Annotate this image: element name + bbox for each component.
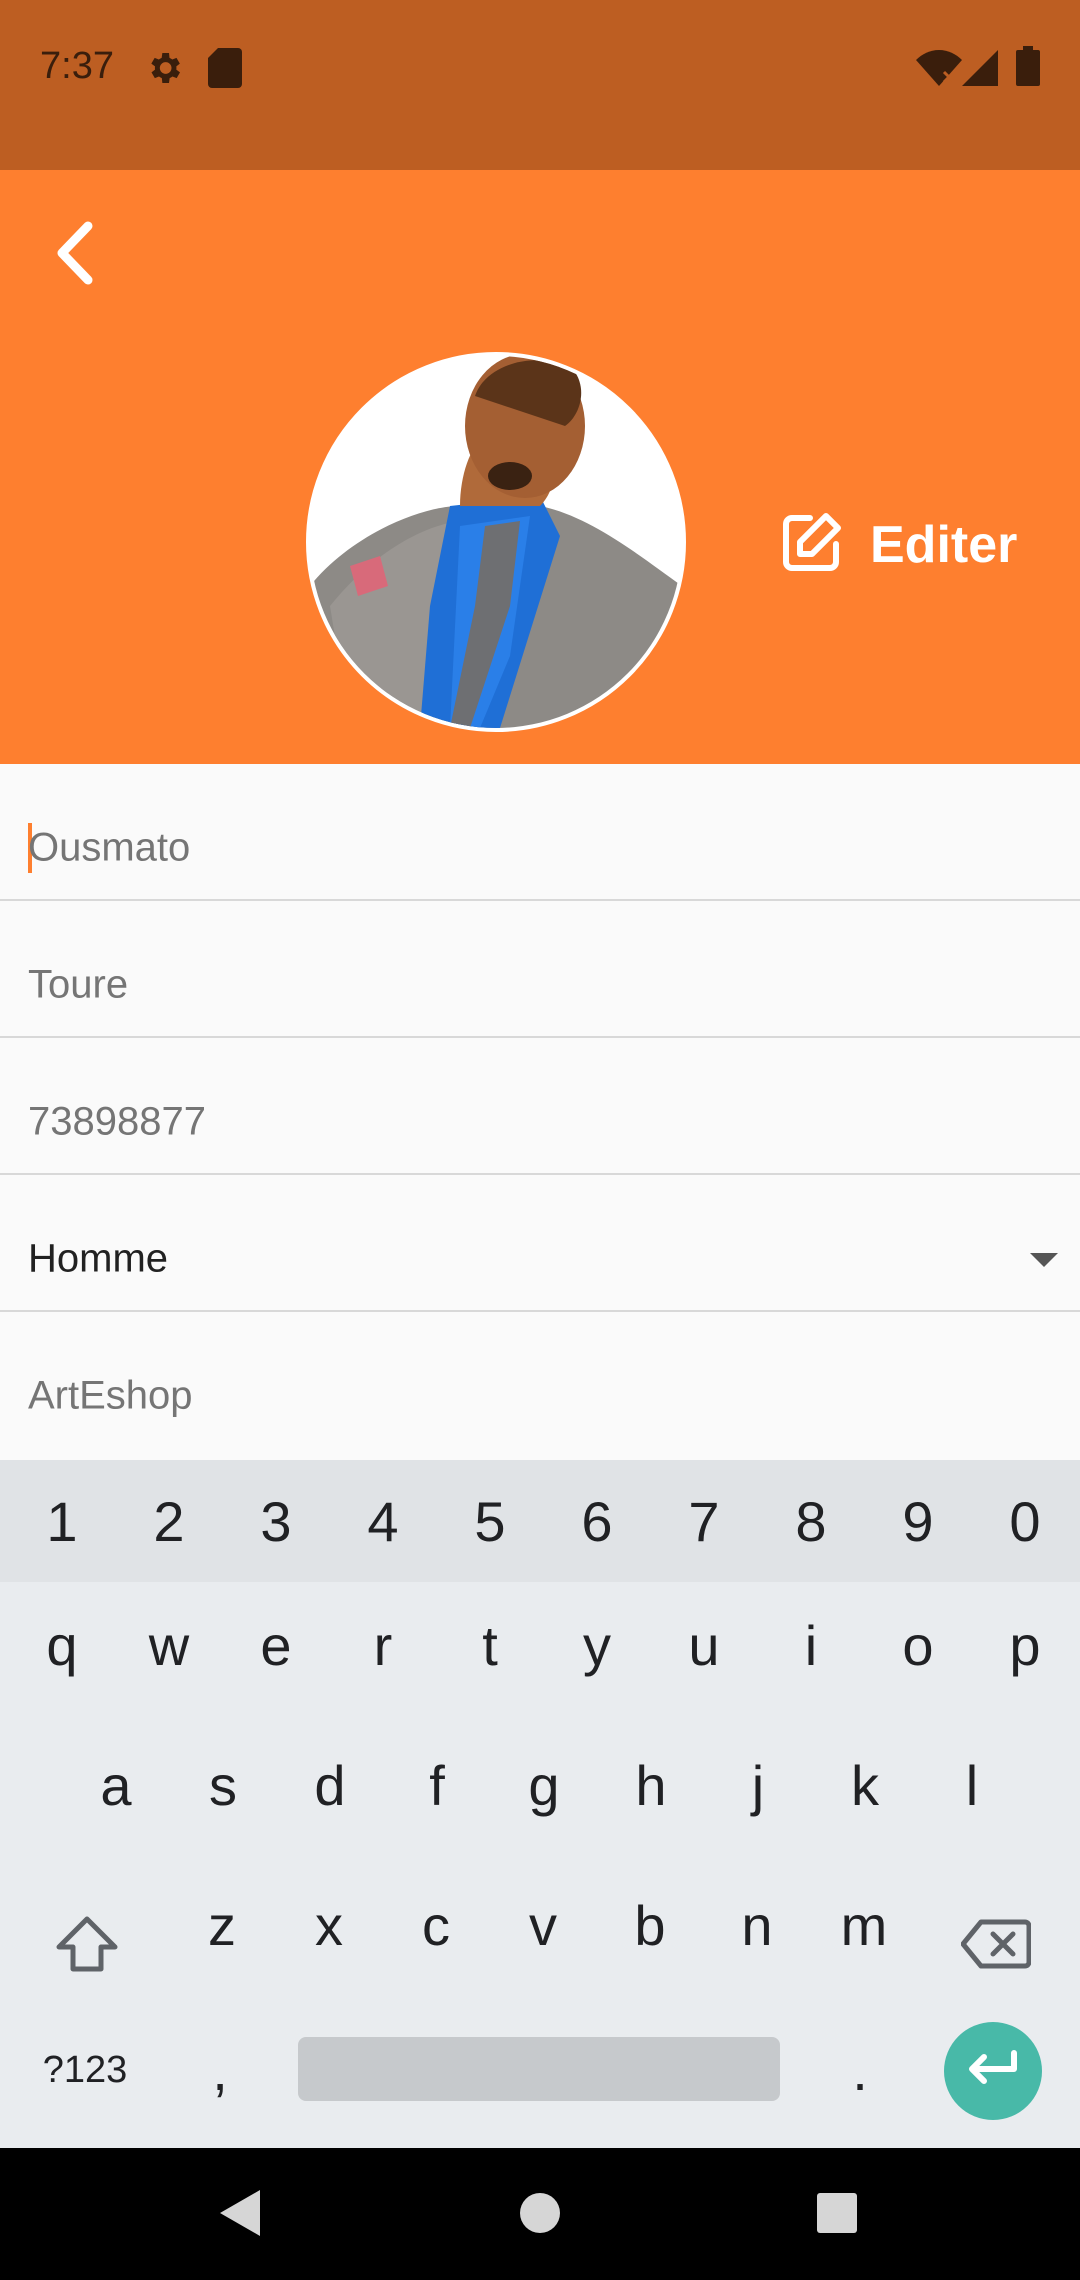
- profile-avatar[interactable]: [306, 352, 686, 732]
- shop-value: ArtEshop: [28, 1373, 193, 1418]
- key-s[interactable]: s: [183, 1735, 263, 1835]
- nav-home-button[interactable]: [505, 2180, 575, 2250]
- key-e[interactable]: e: [236, 1595, 316, 1695]
- key-u[interactable]: u: [664, 1595, 744, 1695]
- key-8[interactable]: 8: [771, 1460, 851, 1582]
- shift-key[interactable]: [42, 1900, 132, 2000]
- key-0[interactable]: 0: [985, 1460, 1065, 1582]
- navigation-bar: [0, 2148, 1080, 2280]
- key-o[interactable]: o: [878, 1595, 958, 1695]
- key-j[interactable]: j: [718, 1735, 798, 1835]
- battery-icon: [1016, 46, 1040, 91]
- phone-value: 73898877: [28, 1099, 206, 1144]
- triangle-back-icon: [218, 2188, 262, 2243]
- chevron-left-icon: [50, 218, 100, 293]
- square-recents-icon: [816, 2192, 858, 2239]
- key-9[interactable]: 9: [878, 1460, 958, 1582]
- shop-field[interactable]: ArtEshop: [0, 1312, 1080, 1418]
- back-button[interactable]: [40, 210, 110, 300]
- wifi-off-icon: [916, 50, 962, 91]
- gear-icon: [144, 48, 184, 93]
- first-name-value: Ousmato: [28, 825, 191, 870]
- space-key[interactable]: [298, 2037, 780, 2101]
- shift-icon: [55, 1915, 119, 1986]
- edit-icon: [778, 510, 844, 581]
- key-m[interactable]: m: [824, 1875, 904, 1975]
- phone-field[interactable]: 73898877: [0, 1038, 1080, 1175]
- comma-key[interactable]: ,: [180, 2020, 260, 2120]
- key-i[interactable]: i: [771, 1595, 851, 1695]
- key-v[interactable]: v: [503, 1875, 583, 1975]
- key-h[interactable]: h: [611, 1735, 691, 1835]
- edit-label: Editer: [870, 516, 1018, 574]
- symbols-key[interactable]: ?123: [30, 2020, 140, 2120]
- key-y[interactable]: y: [557, 1595, 637, 1695]
- circle-home-icon: [518, 2191, 562, 2240]
- key-x[interactable]: x: [289, 1875, 369, 1975]
- key-p[interactable]: p: [985, 1595, 1065, 1695]
- key-g[interactable]: g: [504, 1735, 584, 1835]
- enter-key[interactable]: [944, 2022, 1042, 2120]
- sd-card-icon: [208, 48, 242, 93]
- key-b[interactable]: b: [610, 1875, 690, 1975]
- gender-value: Homme: [28, 1236, 169, 1281]
- key-1[interactable]: 1: [22, 1460, 102, 1582]
- key-z[interactable]: z: [182, 1875, 262, 1975]
- edit-button[interactable]: Editer: [778, 500, 1017, 590]
- key-7[interactable]: 7: [664, 1460, 744, 1582]
- status-bar: 7:37: [0, 0, 1080, 170]
- status-time: 7:37: [40, 45, 114, 87]
- key-l[interactable]: l: [932, 1735, 1012, 1835]
- key-f[interactable]: f: [397, 1735, 477, 1835]
- key-n[interactable]: n: [717, 1875, 797, 1975]
- last-name-value: Toure: [28, 962, 129, 1007]
- period-key[interactable]: .: [820, 2020, 900, 2120]
- key-c[interactable]: c: [396, 1875, 476, 1975]
- key-t[interactable]: t: [450, 1595, 530, 1695]
- key-q[interactable]: q: [22, 1595, 102, 1695]
- key-5[interactable]: 5: [450, 1460, 530, 1582]
- nav-recents-button[interactable]: [802, 2180, 872, 2250]
- key-2[interactable]: 2: [129, 1460, 209, 1582]
- key-3[interactable]: 3: [236, 1460, 316, 1582]
- enter-icon: [966, 2049, 1020, 2094]
- key-4[interactable]: 4: [343, 1460, 423, 1582]
- last-name-field[interactable]: Toure: [0, 901, 1080, 1038]
- gender-select[interactable]: Homme: [0, 1175, 1080, 1312]
- backspace-key[interactable]: [946, 1900, 1046, 2000]
- backspace-icon: [960, 1918, 1032, 1983]
- nav-back-button[interactable]: [205, 2180, 275, 2250]
- key-r[interactable]: r: [343, 1595, 423, 1695]
- profile-header: Editer: [0, 170, 1080, 764]
- key-6[interactable]: 6: [557, 1460, 637, 1582]
- key-d[interactable]: d: [290, 1735, 370, 1835]
- key-k[interactable]: k: [825, 1735, 905, 1835]
- profile-form: Ousmato Toure 73898877 Homme ArtEshop: [0, 764, 1080, 1418]
- key-w[interactable]: w: [129, 1595, 209, 1695]
- dropdown-arrow-icon: [1030, 1253, 1058, 1267]
- key-a[interactable]: a: [76, 1735, 156, 1835]
- soft-keyboard: 1234567890 qwertyuiop asdfghjkl zxcvbnm ?12…: [0, 1460, 1080, 2148]
- signal-icon: [962, 50, 998, 91]
- first-name-field[interactable]: Ousmato: [0, 764, 1080, 901]
